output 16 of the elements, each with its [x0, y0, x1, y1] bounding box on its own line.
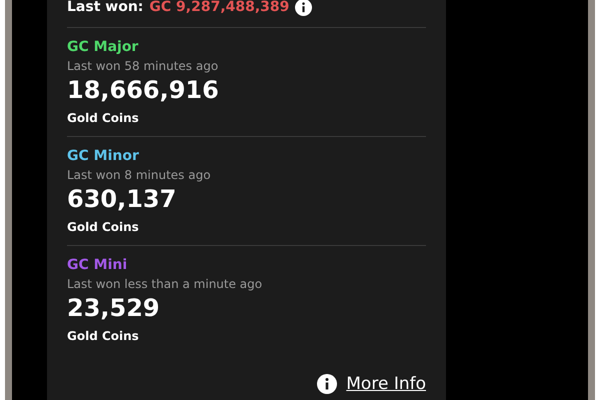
- jackpot-amount: 23,529: [67, 294, 160, 322]
- tier-name: GC Major: [67, 38, 138, 57]
- more-info-link[interactable]: More Info: [346, 374, 426, 394]
- currency-label: Gold Coins: [67, 328, 139, 344]
- currency-label: Gold Coins: [67, 110, 139, 126]
- info-icon: [317, 374, 338, 394]
- last-won-value: GC 9,287,488,389: [149, 0, 290, 15]
- jackpot-amount: 18,666,916: [67, 76, 219, 104]
- last-won-time: Last won 58 minutes ago: [67, 58, 218, 74]
- jackpot-amount: 630,137: [67, 185, 176, 213]
- tier-name: GC Mini: [67, 256, 128, 275]
- last-won-label: Last won:: [67, 0, 144, 15]
- currency-label: Gold Coins: [67, 219, 139, 235]
- last-won-time: Last won less than a minute ago: [67, 276, 262, 292]
- last-won-time: Last won 8 minutes ago: [67, 167, 211, 183]
- tier-name: GC Minor: [67, 147, 139, 166]
